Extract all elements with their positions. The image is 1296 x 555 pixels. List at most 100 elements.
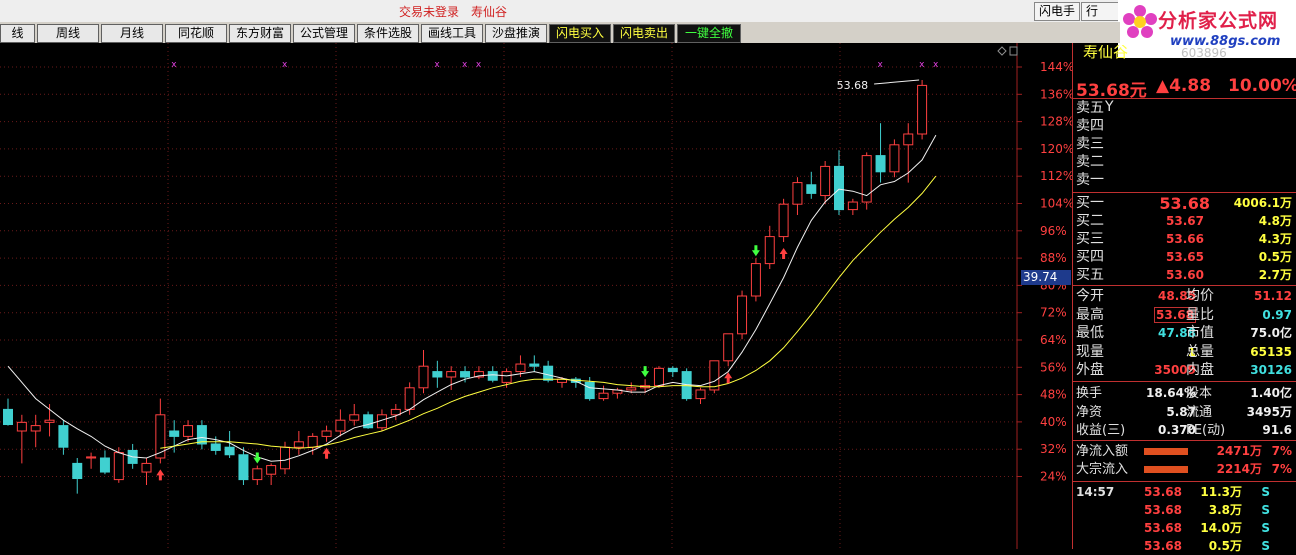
divider: [1073, 481, 1296, 482]
y-tick-label: 128%: [1040, 115, 1072, 129]
y-tick-label: 64%: [1040, 333, 1067, 347]
fin-label: 股本: [1186, 386, 1213, 401]
candle-body: [653, 367, 664, 387]
candle-body: [792, 182, 803, 205]
y-tick-label: 104%: [1040, 197, 1072, 211]
chart-option-icon: [1009, 46, 1018, 56]
buy-volume: 2.7万: [1258, 268, 1292, 282]
tab-sandbox[interactable]: 沙盘推演: [485, 24, 547, 43]
sell-label: 卖二: [1076, 154, 1104, 170]
tick-row[interactable]: 53.68 3.8万 S: [1074, 502, 1296, 519]
stat-row: 最高 53.68 量比 0.97: [1074, 306, 1296, 324]
candle-body: [210, 443, 221, 451]
divider: [1073, 381, 1296, 382]
flow-row: 大宗流入 2214万 7%: [1074, 461, 1296, 478]
y-tick-label: 48%: [1040, 388, 1067, 402]
fin-row: 收益(三) 0.370 PE(动) 91.6: [1074, 422, 1296, 439]
logo-name: 分析家公式网: [1158, 10, 1279, 32]
candle-body: [501, 371, 512, 383]
tick-row[interactable]: 53.68 14.0万 S: [1074, 520, 1296, 537]
flash-hand-button[interactable]: 闪电手: [1034, 2, 1081, 21]
candle-body: [432, 371, 443, 378]
tab-drawing-tools[interactable]: 画线工具: [421, 24, 483, 43]
tab-formula-manager[interactable]: 公式管理: [293, 24, 355, 43]
flow-label: 大宗流入: [1076, 462, 1129, 477]
flash-buy-button[interactable]: 闪电买入: [549, 24, 611, 43]
candle-body: [30, 425, 41, 432]
stat-label: 最低: [1076, 325, 1104, 341]
fin-value: 1.40亿: [1250, 386, 1292, 400]
tick-row[interactable]: 14:57 53.68 11.3万 S: [1074, 484, 1296, 501]
kline-chart[interactable]: 144%136%128%120%112%104%96%88%80%72%64%5…: [0, 43, 1072, 549]
candle-body: [820, 165, 831, 197]
candle-body: [723, 333, 734, 362]
sell-row: 卖四: [1074, 118, 1296, 135]
flow-pct: 7%: [1271, 462, 1292, 476]
stat-row: 外盘 35009 内盘 30126: [1074, 362, 1296, 379]
stat-value: 30126: [1250, 363, 1292, 377]
flash-sell-button[interactable]: 闪电卖出: [613, 24, 675, 43]
chart-diamond-icon: [997, 46, 1007, 56]
buy-volume: 4.3万: [1258, 232, 1292, 246]
candle-body: [3, 408, 13, 426]
tick-row[interactable]: 53.68 0.5万 S: [1074, 538, 1296, 555]
top-marker: x: [171, 60, 177, 70]
tab-month-line[interactable]: 月线: [101, 24, 163, 43]
candle-body: [834, 165, 844, 211]
sell-signal-icon: [641, 366, 650, 378]
y-tick-label: 32%: [1040, 442, 1067, 456]
stat-label: 现量: [1076, 343, 1104, 360]
stat-label: 外盘: [1076, 362, 1104, 378]
candle-body: [99, 457, 110, 473]
stat-label: 量比: [1186, 306, 1214, 323]
candle-body: [418, 365, 429, 389]
candle-body: [321, 430, 332, 437]
candle-body: [335, 419, 346, 432]
sell-row: 卖三: [1074, 136, 1296, 153]
candle-body: [238, 454, 249, 481]
cancel-all-button[interactable]: 一键全撤: [677, 24, 741, 43]
sell-row: 卖一: [1074, 172, 1296, 189]
stat-value: 75.0亿: [1250, 326, 1292, 340]
tab-day-line[interactable]: 线: [0, 24, 35, 43]
candle-body: [224, 446, 235, 456]
tick-price: 53.68: [1144, 539, 1182, 553]
stat-label: 总量: [1186, 343, 1214, 360]
fin-label: 流通: [1186, 404, 1213, 420]
buy-label: 买三: [1076, 231, 1104, 247]
peak-pointer: [874, 79, 920, 85]
sell-label: 卖五: [1076, 100, 1104, 116]
stat-value: 51.12: [1254, 289, 1292, 303]
stat-value: 0.97: [1262, 307, 1292, 322]
buy-label: 买一: [1076, 195, 1104, 211]
top-marker: x: [933, 60, 939, 70]
candle-body: [266, 465, 277, 475]
top-marker: x: [476, 60, 482, 70]
candle-body: [169, 430, 180, 437]
stock-name: 寿仙谷: [1083, 45, 1129, 61]
row-button[interactable]: 行: [1081, 2, 1121, 21]
top-stock-name[interactable]: 寿仙谷: [471, 3, 507, 20]
stat-value: 65135: [1250, 344, 1292, 359]
divider: [1073, 440, 1296, 441]
tab-tonghuashun[interactable]: 同花顺: [165, 24, 227, 43]
stat-row: 最低 47.88 市值 75.0亿: [1074, 325, 1296, 342]
stat-label: 内盘: [1186, 362, 1214, 378]
buy-row: 买五 53.60 2.7万: [1074, 267, 1296, 284]
buy-row: 买二 53.67 4.8万: [1074, 213, 1296, 230]
stat-label: 今开: [1076, 288, 1104, 304]
top-bar: 交易未登录 寿仙谷 闪电手 行: [0, 0, 1296, 22]
top-marker: x: [919, 60, 925, 70]
tab-week-line[interactable]: 周线: [37, 24, 99, 43]
tick-volume: 3.8万: [1208, 503, 1242, 517]
tab-stock-screener[interactable]: 条件选股: [357, 24, 419, 43]
candle-body: [487, 371, 498, 381]
login-status[interactable]: 交易未登录: [399, 3, 459, 20]
candle-body: [917, 84, 928, 135]
candle-body: [58, 425, 69, 448]
buy-signal-icon: [322, 447, 331, 459]
fin-label: PE(动): [1186, 423, 1226, 438]
tick-price: 53.68: [1144, 521, 1182, 535]
tab-eastmoney[interactable]: 东方财富: [229, 24, 291, 43]
price-change: ▲4.88: [1156, 76, 1212, 96]
